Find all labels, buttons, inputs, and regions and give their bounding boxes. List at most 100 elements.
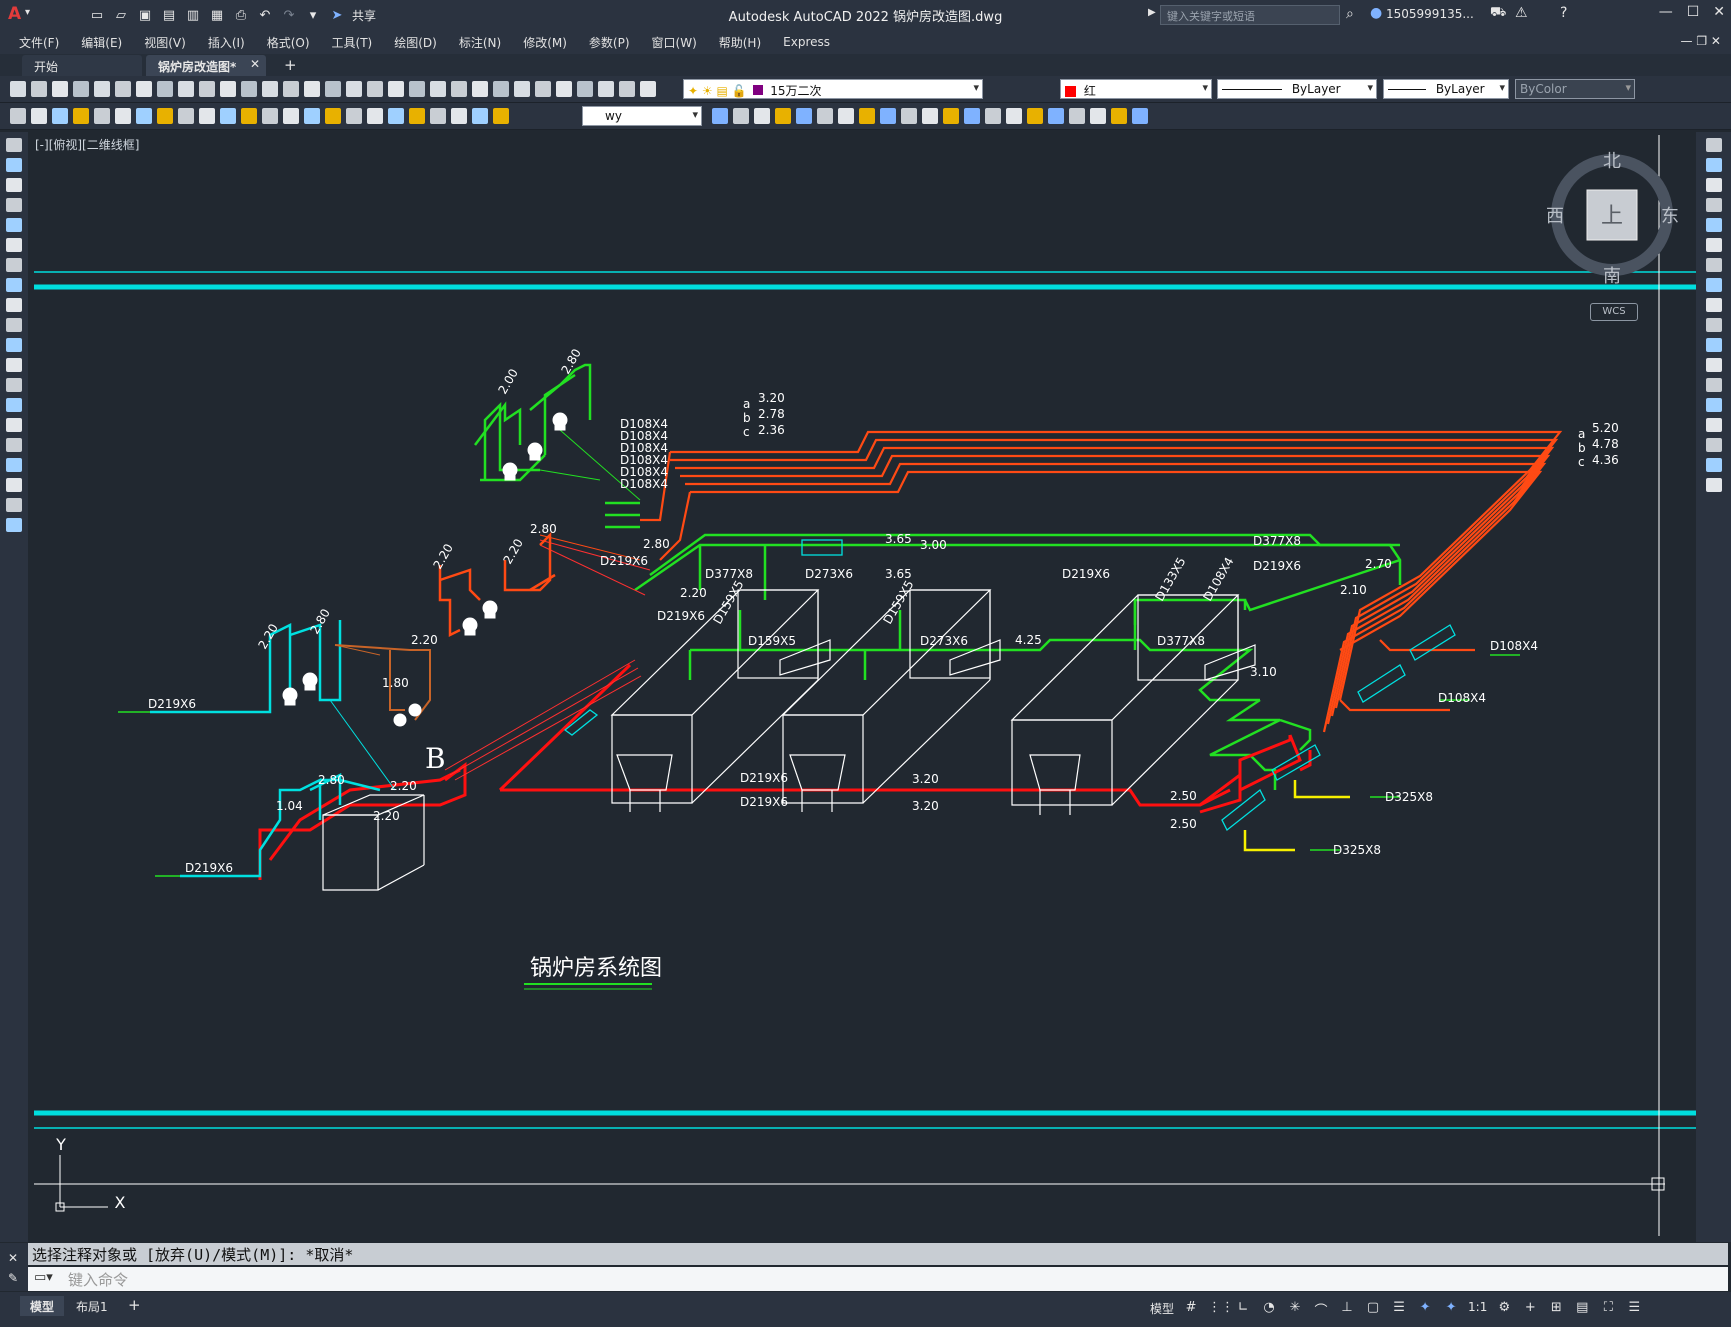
toolbar-tool-icon[interactable] xyxy=(985,108,1001,124)
toolbar-tool-icon[interactable] xyxy=(367,108,383,124)
toolbar-tool-icon[interactable] xyxy=(712,108,728,124)
add-layout-icon[interactable]: + xyxy=(128,1296,141,1314)
snap-icon[interactable]: ⋮⋮ xyxy=(1208,1300,1234,1316)
palette-tool-icon[interactable] xyxy=(6,238,22,252)
palette-tool-icon[interactable] xyxy=(1705,298,1722,312)
toolbar-tool-icon[interactable] xyxy=(220,81,236,97)
palette-tool-icon[interactable] xyxy=(1705,438,1722,452)
menu-file[interactable]: 文件(F) xyxy=(8,34,70,51)
toolbar-tool-icon[interactable] xyxy=(199,81,215,97)
customization-menu-icon[interactable]: ☰ xyxy=(1625,1300,1643,1316)
annotation-visibility-icon[interactable]: ✦ xyxy=(1416,1300,1434,1316)
palette-tool-icon[interactable] xyxy=(6,438,22,452)
toolbar-tool-icon[interactable] xyxy=(73,81,89,97)
palette-tool-icon[interactable] xyxy=(1705,178,1722,192)
open-file-icon[interactable]: ▱ xyxy=(112,6,130,24)
textstyle-combo[interactable]: wy ▾ xyxy=(582,106,702,126)
toolbar-tool-icon[interactable] xyxy=(304,81,320,97)
units-icon[interactable]: ⊞ xyxy=(1547,1300,1565,1316)
palette-tool-icon[interactable] xyxy=(1705,378,1722,392)
osnap-icon[interactable]: ⌒ xyxy=(1312,1300,1330,1319)
viewport-controls[interactable]: [-][俯视][二维线框] xyxy=(35,136,139,153)
save-as-icon[interactable]: ▤ xyxy=(160,6,178,24)
toolbar-tool-icon[interactable] xyxy=(94,81,110,97)
color-combo[interactable]: 红 ▾ xyxy=(1060,79,1212,99)
help-icon[interactable]: ? xyxy=(1560,5,1567,21)
toolbar-tool-icon[interactable] xyxy=(1069,108,1085,124)
toolbar-tool-icon[interactable] xyxy=(346,81,362,97)
lineweight-icon[interactable]: ☰ xyxy=(1390,1300,1408,1316)
palette-tool-icon[interactable] xyxy=(1705,198,1722,212)
palette-tool-icon[interactable] xyxy=(6,158,22,172)
new-tab-icon[interactable]: + xyxy=(284,56,297,74)
toolbar-tool-icon[interactable] xyxy=(964,108,980,124)
palette-tool-icon[interactable] xyxy=(1705,358,1722,372)
toolbar-tool-icon[interactable] xyxy=(430,81,446,97)
menu-format[interactable]: 格式(O) xyxy=(256,34,321,51)
toolbar-tool-icon[interactable] xyxy=(733,108,749,124)
toolbar-tool-icon[interactable] xyxy=(472,81,488,97)
ortho-icon[interactable]: ∟ xyxy=(1234,1300,1252,1316)
toolbar-tool-icon[interactable] xyxy=(451,108,467,124)
toolbar-tool-icon[interactable] xyxy=(241,108,257,124)
toolbar-tool-icon[interactable] xyxy=(325,108,341,124)
command-close-icon[interactable]: ✕ xyxy=(8,1251,28,1265)
command-settings-icon[interactable]: ✎ xyxy=(8,1271,28,1285)
toolbar-tool-icon[interactable] xyxy=(493,108,509,124)
toolbar-tool-icon[interactable] xyxy=(472,108,488,124)
close-icon[interactable]: ✕ xyxy=(1713,4,1725,20)
user-name[interactable]: 1505999135... xyxy=(1386,7,1474,21)
toolbar-tool-icon[interactable] xyxy=(304,108,320,124)
share-label[interactable]: 共享 xyxy=(352,7,376,24)
toolbar-tool-icon[interactable] xyxy=(31,108,47,124)
toolbar-tool-icon[interactable] xyxy=(157,81,173,97)
palette-tool-icon[interactable] xyxy=(6,138,22,152)
toolbar-tool-icon[interactable] xyxy=(325,81,341,97)
toolbar-tool-icon[interactable] xyxy=(922,108,938,124)
palette-tool-icon[interactable] xyxy=(1705,258,1722,272)
palette-tool-icon[interactable] xyxy=(1705,218,1722,232)
toolbar-tool-icon[interactable] xyxy=(451,81,467,97)
plotstyle-combo[interactable]: ByColor ▾ xyxy=(1515,79,1635,99)
toolbar-tool-icon[interactable] xyxy=(859,108,875,124)
compass-south[interactable]: 南 xyxy=(1603,266,1621,287)
menu-window[interactable]: 窗口(W) xyxy=(641,34,708,51)
tab-model[interactable]: 模型 xyxy=(20,1296,65,1316)
palette-tool-icon[interactable] xyxy=(6,278,22,292)
toolbar-tool-icon[interactable] xyxy=(178,81,194,97)
autocad-logo-icon[interactable]: A xyxy=(8,4,21,24)
maximize-icon[interactable]: ☐ xyxy=(1687,4,1700,20)
tab-drawing[interactable]: 锅炉房改造图* ✕ xyxy=(146,55,266,76)
toolbar-tool-icon[interactable] xyxy=(577,81,593,97)
new-file-icon[interactable]: ▭ xyxy=(88,6,106,24)
search-icon[interactable]: ⌕ xyxy=(1346,6,1354,22)
clean-screen-icon[interactable]: ⛶ xyxy=(1599,1300,1617,1316)
palette-tool-icon[interactable] xyxy=(6,298,22,312)
toolbar-tool-icon[interactable] xyxy=(199,108,215,124)
toolbar-tool-icon[interactable] xyxy=(136,81,152,97)
toolbar-tool-icon[interactable] xyxy=(754,108,770,124)
grid-icon[interactable]: # xyxy=(1182,1300,1200,1316)
toolbar-tool-icon[interactable] xyxy=(943,108,959,124)
menu-modify[interactable]: 修改(M) xyxy=(512,34,578,51)
palette-tool-icon[interactable] xyxy=(1705,418,1722,432)
quick-properties-icon[interactable]: ▤ xyxy=(1573,1300,1591,1316)
palette-tool-icon[interactable] xyxy=(1705,458,1722,472)
toolbar-tool-icon[interactable] xyxy=(73,108,89,124)
toolbar-tool-icon[interactable] xyxy=(619,81,635,97)
palette-tool-icon[interactable] xyxy=(6,198,22,212)
toolbar-tool-icon[interactable] xyxy=(1111,108,1127,124)
selection-cycling-icon[interactable]: ▢ xyxy=(1364,1300,1382,1316)
app-menu-chevron-icon[interactable]: ▾ xyxy=(25,7,30,18)
toolbar-tool-icon[interactable] xyxy=(10,108,26,124)
dynamic-ucs-icon[interactable]: ⊥ xyxy=(1338,1300,1356,1316)
minimize-icon[interactable]: — xyxy=(1659,4,1673,20)
toolbar-tool-icon[interactable] xyxy=(367,81,383,97)
tab-close-icon[interactable]: ✕ xyxy=(250,57,260,71)
toolbar-tool-icon[interactable] xyxy=(241,81,257,97)
toolbar-tool-icon[interactable] xyxy=(430,108,446,124)
compass-north[interactable]: 北 xyxy=(1603,151,1621,172)
toolbar-tool-icon[interactable] xyxy=(535,81,551,97)
palette-tool-icon[interactable] xyxy=(1705,338,1722,352)
compass-east[interactable]: 东 xyxy=(1661,206,1679,227)
